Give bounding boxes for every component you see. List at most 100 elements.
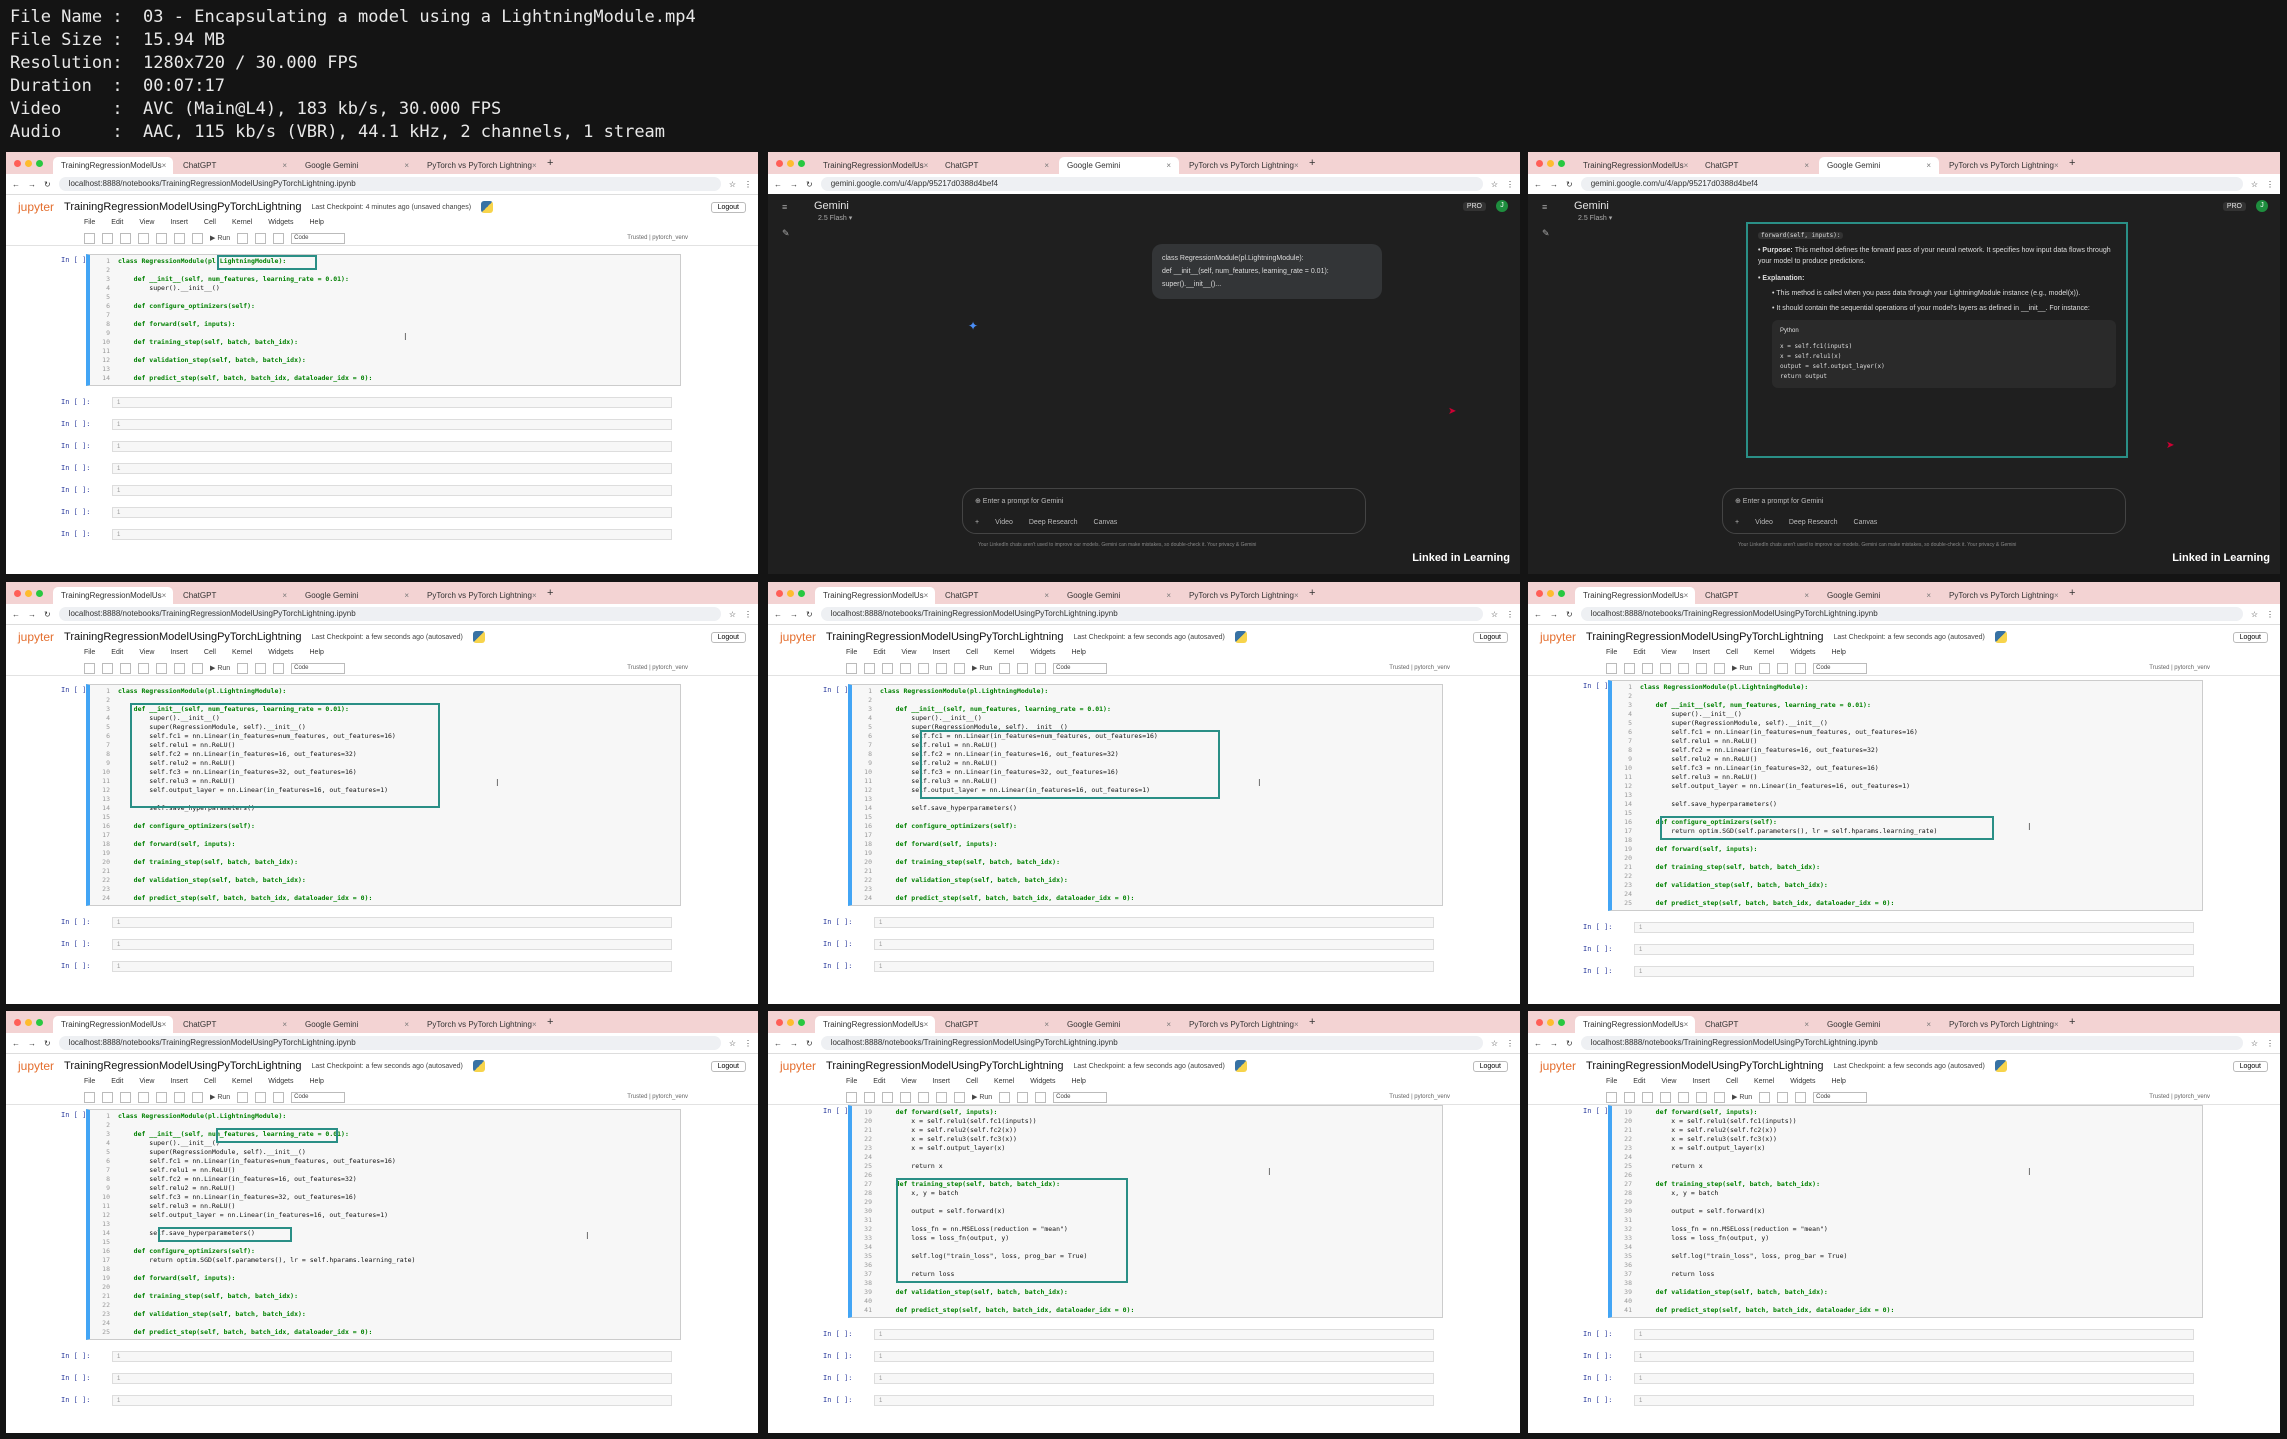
menu-item[interactable]: Insert xyxy=(932,649,950,661)
move-down-icon[interactable] xyxy=(192,1091,203,1103)
close-tab-icon[interactable]: × xyxy=(282,1016,287,1033)
back-icon[interactable]: ← xyxy=(774,610,782,619)
maximize-window-button[interactable] xyxy=(798,1019,805,1026)
logout-button[interactable]: Logout xyxy=(710,631,746,643)
move-down-icon[interactable] xyxy=(954,1091,965,1103)
menu-item[interactable]: Edit xyxy=(873,649,885,661)
bookmark-star-icon[interactable]: ☆ xyxy=(1491,180,1498,189)
menu-item[interactable]: Cell xyxy=(204,649,216,661)
run-button[interactable]: ▶ Run xyxy=(210,234,230,242)
paste-icon[interactable] xyxy=(156,232,167,244)
tool-button[interactable]: Canvas xyxy=(1854,519,1878,526)
menu-item[interactable]: Kernel xyxy=(994,1078,1014,1090)
bookmark-star-icon[interactable]: ☆ xyxy=(2251,180,2258,189)
restart-icon[interactable] xyxy=(1777,662,1789,674)
stop-icon[interactable] xyxy=(999,1091,1011,1103)
fast-forward-icon[interactable] xyxy=(1035,662,1047,674)
menu-kebab-icon[interactable]: ⋮ xyxy=(1506,180,1514,189)
notebook-title[interactable]: TrainingRegressionModelUsingPyTorchLight… xyxy=(1586,1060,1823,1072)
stop-icon[interactable] xyxy=(999,662,1011,674)
move-up-icon[interactable] xyxy=(936,662,947,674)
paste-icon[interactable] xyxy=(918,662,929,674)
stop-icon[interactable] xyxy=(1759,1091,1771,1103)
forward-icon[interactable]: → xyxy=(1550,180,1558,189)
cut-icon[interactable] xyxy=(120,232,131,244)
close-tab-icon[interactable]: × xyxy=(924,157,929,174)
new-tab-button[interactable]: + xyxy=(2069,1016,2075,1028)
empty-code-cell[interactable]: 1 xyxy=(1634,922,2194,933)
menu-item[interactable]: Cell xyxy=(204,1078,216,1090)
user-avatar[interactable]: J xyxy=(1496,200,1508,212)
browser-tab[interactable]: ChatGPT × xyxy=(937,587,1057,604)
browser-tab[interactable]: TrainingRegressionModelUs × xyxy=(1575,157,1695,174)
move-down-icon[interactable] xyxy=(1714,662,1725,674)
close-tab-icon[interactable]: × xyxy=(1684,587,1689,604)
maximize-window-button[interactable] xyxy=(1558,590,1565,597)
menu-kebab-icon[interactable]: ⋮ xyxy=(744,180,752,189)
run-button[interactable]: ▶ Run xyxy=(972,664,992,672)
paste-icon[interactable] xyxy=(1678,1091,1689,1103)
maximize-window-button[interactable] xyxy=(1558,1019,1565,1026)
menu-item[interactable]: Widgets xyxy=(268,1078,293,1090)
url-field[interactable]: localhost:8888/notebooks/TrainingRegress… xyxy=(1580,607,2243,621)
copy-icon[interactable] xyxy=(138,232,149,244)
empty-code-cell[interactable]: 1 xyxy=(1634,1373,2194,1384)
forward-icon[interactable]: → xyxy=(1550,610,1558,619)
browser-tab[interactable]: PyTorch vs PyTorch Lightning × xyxy=(1181,157,1301,174)
close-tab-icon[interactable]: × xyxy=(1926,587,1931,604)
notebook-title[interactable]: TrainingRegressionModelUsingPyTorchLight… xyxy=(826,631,1063,643)
menu-item[interactable]: Edit xyxy=(111,1078,123,1090)
paste-icon[interactable] xyxy=(156,662,167,674)
empty-code-cell[interactable]: 1 xyxy=(874,917,1434,928)
empty-code-cell[interactable]: 1 xyxy=(1634,966,2194,977)
menu-kebab-icon[interactable]: ⋮ xyxy=(744,1039,752,1048)
browser-tab[interactable]: PyTorch vs PyTorch Lightning × xyxy=(1941,157,2061,174)
menu-item[interactable]: Help xyxy=(310,1078,324,1090)
browser-tab[interactable]: PyTorch vs PyTorch Lightning × xyxy=(1941,587,2061,604)
menu-item[interactable]: Kernel xyxy=(1754,649,1774,661)
empty-code-cell[interactable]: 1 xyxy=(1634,1395,2194,1406)
cut-icon[interactable] xyxy=(120,662,131,674)
move-down-icon[interactable] xyxy=(192,662,203,674)
menu-item[interactable]: File xyxy=(1606,1078,1617,1090)
forward-icon[interactable]: → xyxy=(790,180,798,189)
back-icon[interactable]: ← xyxy=(774,1039,782,1048)
new-tab-button[interactable]: + xyxy=(2069,157,2075,169)
new-tab-button[interactable]: + xyxy=(2069,587,2075,599)
stop-icon[interactable] xyxy=(237,662,249,674)
cut-icon[interactable] xyxy=(1642,1091,1653,1103)
new-tab-button[interactable]: + xyxy=(1309,157,1315,169)
empty-code-cell[interactable]: 1 xyxy=(1634,1329,2194,1340)
bookmark-star-icon[interactable]: ☆ xyxy=(1491,1039,1498,1048)
tool-button[interactable]: Deep Research xyxy=(1029,519,1078,526)
empty-code-cell[interactable]: 1 xyxy=(874,1373,1434,1384)
menu-item[interactable]: Kernel xyxy=(1754,1078,1774,1090)
close-window-button[interactable] xyxy=(1536,160,1543,167)
tool-button[interactable]: Video xyxy=(995,519,1013,526)
cut-icon[interactable] xyxy=(882,662,893,674)
fast-forward-icon[interactable] xyxy=(1795,1091,1807,1103)
close-tab-icon[interactable]: × xyxy=(2054,157,2059,174)
back-icon[interactable]: ← xyxy=(1534,180,1542,189)
browser-tab[interactable]: ChatGPT × xyxy=(175,1016,295,1033)
move-up-icon[interactable] xyxy=(1696,662,1707,674)
prompt-input[interactable]: ⊕ Enter a prompt for Gemini + Video Deep Re… xyxy=(962,488,1366,534)
reload-icon[interactable]: ↻ xyxy=(806,180,813,189)
menu-item[interactable]: File xyxy=(84,219,95,231)
bookmark-star-icon[interactable]: ☆ xyxy=(1491,610,1498,619)
menu-item[interactable]: Cell xyxy=(204,219,216,231)
maximize-window-button[interactable] xyxy=(1558,160,1565,167)
close-tab-icon[interactable]: × xyxy=(1294,157,1299,174)
add-cell-icon[interactable] xyxy=(102,1091,113,1103)
menu-item[interactable]: Insert xyxy=(170,1078,188,1090)
model-selector[interactable]: 2.5 Flash ▾ xyxy=(1578,214,1612,222)
add-icon[interactable]: + xyxy=(1735,519,1739,526)
browser-tab[interactable]: TrainingRegressionModelUs × xyxy=(1575,587,1695,604)
browser-tab[interactable]: Google Gemini × xyxy=(1819,1016,1939,1033)
browser-tab[interactable]: TrainingRegressionModelUs × xyxy=(815,587,935,604)
forward-icon[interactable]: → xyxy=(28,610,36,619)
back-icon[interactable]: ← xyxy=(12,1039,20,1048)
add-cell-icon[interactable] xyxy=(1624,662,1635,674)
minimize-window-button[interactable] xyxy=(25,1019,32,1026)
bookmark-star-icon[interactable]: ☆ xyxy=(2251,610,2258,619)
